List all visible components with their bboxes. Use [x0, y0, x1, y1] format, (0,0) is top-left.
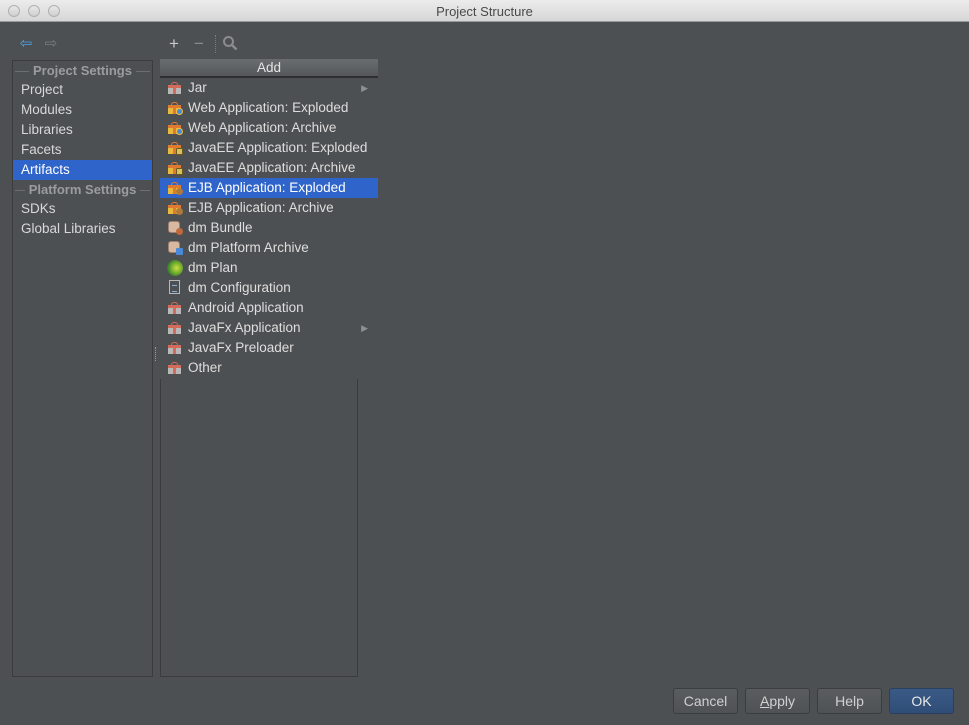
add-artifact-popup: Add Jar ▶ Web Application: Exploded Web …: [160, 59, 378, 379]
popup-item-label: Android Application: [188, 300, 304, 315]
other-gift-icon: [168, 362, 181, 374]
dm-config-icon: [169, 280, 180, 294]
window-title: Project Structure: [436, 4, 533, 19]
toolbar-separator: [215, 35, 216, 53]
popup-item-label: Web Application: Archive: [188, 120, 337, 135]
javaee-badge-icon: [176, 148, 183, 155]
globe-badge-icon: [176, 108, 183, 115]
apply-mnemonic: A: [759, 693, 770, 709]
apply-label-rest: pply: [769, 693, 796, 709]
popup-item-label: dm Platform Archive: [188, 240, 309, 255]
popup-item-label: dm Configuration: [188, 280, 291, 295]
popup-item-label: JavaFx Application: [188, 320, 301, 335]
remove-button[interactable]: −: [191, 35, 207, 53]
dm-badge-icon: [176, 228, 183, 235]
android-gift-icon: [168, 302, 181, 314]
title-bar: Project Structure: [0, 0, 969, 22]
sidebar-item-global-libraries[interactable]: Global Libraries: [13, 219, 152, 239]
sidebar-item-project[interactable]: Project: [13, 80, 152, 100]
cancel-button[interactable]: Cancel: [673, 688, 738, 714]
popup-item-dm-bundle[interactable]: dm Bundle: [160, 218, 378, 238]
popup-item-label: dm Plan: [188, 260, 238, 275]
popup-item-label: dm Bundle: [188, 220, 253, 235]
sidebar-item-artifacts[interactable]: Artifacts: [13, 160, 152, 180]
popup-item-javafx-application[interactable]: JavaFx Application ▶: [160, 318, 378, 338]
popup-header: Add: [160, 59, 378, 78]
sidebar-item-modules[interactable]: Modules: [13, 100, 152, 120]
popup-item-javafx-preloader[interactable]: JavaFx Preloader: [160, 338, 378, 358]
sidebar: Project Settings Project Modules Librari…: [12, 60, 153, 677]
popup-item-label: Jar: [188, 80, 207, 95]
popup-item-label: JavaFx Preloader: [188, 340, 294, 355]
popup-item-jar[interactable]: Jar ▶: [160, 78, 378, 98]
popup-item-dm-platform-archive[interactable]: dm Platform Archive: [160, 238, 378, 258]
forward-arrow-icon[interactable]: ⇨: [43, 36, 59, 52]
ok-button[interactable]: OK: [889, 688, 954, 714]
help-button[interactable]: Help: [817, 688, 882, 714]
popup-item-dm-plan[interactable]: dm Plan: [160, 258, 378, 278]
popup-item-dm-configuration[interactable]: dm Configuration: [160, 278, 378, 298]
bean-badge-icon: [176, 208, 183, 215]
popup-item-web-app-exploded[interactable]: Web Application: Exploded: [160, 98, 378, 118]
bean-badge-icon: [176, 188, 183, 195]
popup-item-other[interactable]: Other: [160, 358, 378, 378]
popup-item-javaee-app-exploded[interactable]: JavaEE Application: Exploded: [160, 138, 378, 158]
group-header-platform-settings: Platform Settings: [13, 180, 152, 199]
popup-item-javaee-app-archive[interactable]: JavaEE Application: Archive: [160, 158, 378, 178]
add-button[interactable]: +: [166, 35, 182, 53]
popup-item-label: JavaEE Application: Archive: [188, 160, 356, 175]
apply-button[interactable]: Apply: [745, 688, 810, 714]
popup-item-ejb-app-exploded[interactable]: EJB Application: Exploded: [160, 178, 378, 198]
search-icon[interactable]: [222, 35, 238, 53]
popup-item-label: Other: [188, 360, 222, 375]
splitter-handle[interactable]: [155, 347, 158, 361]
javafx-gift-icon: [168, 322, 181, 334]
popup-item-label: JavaEE Application: Exploded: [188, 140, 368, 155]
dm-plan-icon: [167, 260, 183, 276]
javaee-badge-icon: [176, 168, 183, 175]
submenu-arrow-icon: ▶: [361, 83, 368, 93]
javafx-gift-icon: [168, 342, 181, 354]
globe-badge-icon: [176, 128, 183, 135]
jar-gift-icon: [168, 82, 181, 94]
sidebar-item-libraries[interactable]: Libraries: [13, 120, 152, 140]
popup-item-label: Web Application: Exploded: [188, 100, 349, 115]
popup-item-android-application[interactable]: Android Application: [160, 298, 378, 318]
popup-item-label: EJB Application: Exploded: [188, 180, 346, 195]
sidebar-item-sdks[interactable]: SDKs: [13, 199, 152, 219]
sidebar-item-facets[interactable]: Facets: [13, 140, 152, 160]
popup-item-web-app-archive[interactable]: Web Application: Archive: [160, 118, 378, 138]
group-header-project-settings: Project Settings: [13, 61, 152, 80]
platform-badge-icon: [176, 248, 183, 255]
back-arrow-icon[interactable]: ⇦: [18, 36, 34, 52]
popup-item-ejb-app-archive[interactable]: EJB Application: Archive: [160, 198, 378, 218]
artifacts-list: [160, 378, 358, 677]
submenu-arrow-icon: ▶: [361, 323, 368, 333]
popup-item-label: EJB Application: Archive: [188, 200, 334, 215]
